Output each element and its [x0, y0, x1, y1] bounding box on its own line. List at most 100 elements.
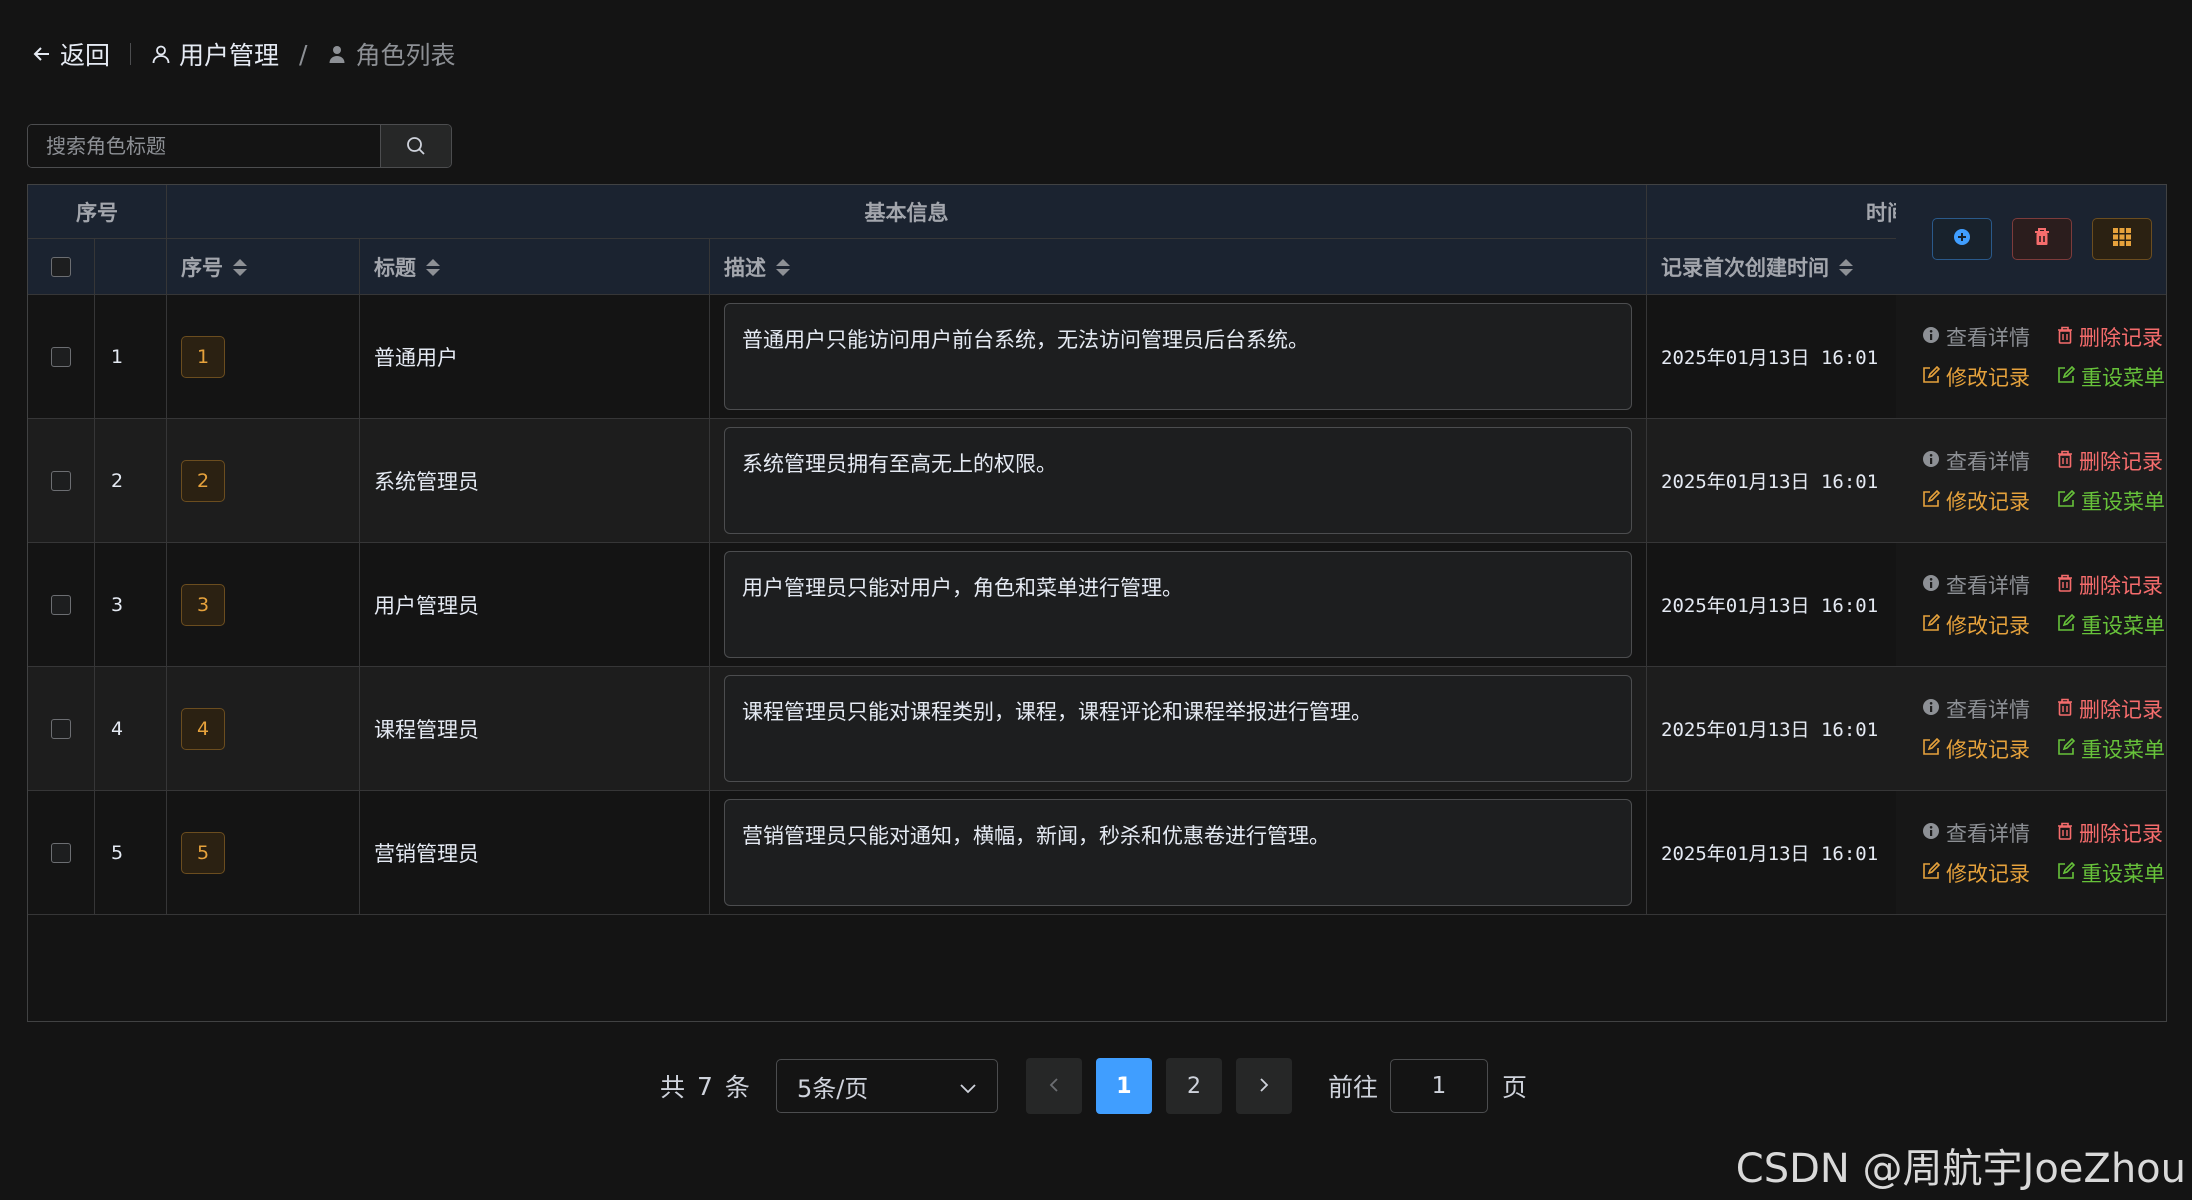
trash-icon	[2057, 821, 2073, 845]
goto-prefix: 前往	[1327, 1073, 1378, 1102]
info-icon	[1922, 449, 1940, 473]
sort-icon[interactable]	[426, 258, 440, 276]
view-detail-button[interactable]: 查看详情	[1922, 441, 2057, 481]
delete-record-button[interactable]: 删除记录	[2057, 689, 2166, 729]
view-detail-button[interactable]: 查看详情	[1922, 813, 2057, 853]
row-index: 5	[95, 791, 167, 914]
edit-icon	[2057, 365, 2076, 389]
info-icon	[1922, 697, 1940, 721]
row-index: 3	[95, 543, 167, 666]
row-desc-cell: 营销管理员只能对通知，横幅，新闻，秒杀和优惠卷进行管理。	[710, 791, 1647, 914]
trash-icon	[2033, 227, 2051, 251]
sort-icon[interactable]	[233, 258, 247, 276]
column-header-created[interactable]: 记录首次创建时间	[1647, 239, 1896, 295]
row-desc-cell: 用户管理员只能对用户，角色和菜单进行管理。	[710, 543, 1647, 666]
edit-record-button[interactable]: 修改记录	[1922, 481, 2057, 521]
op-label: 重设菜单	[2081, 489, 2165, 514]
page-size-value: 5条/页	[796, 1074, 869, 1103]
edit-record-button[interactable]: 修改记录	[1922, 729, 2057, 769]
grid-icon	[2113, 228, 2131, 250]
info-icon	[1922, 325, 1940, 349]
add-button[interactable]	[1932, 218, 1992, 260]
row-title: 课程管理员	[360, 667, 710, 790]
row-checkbox[interactable]	[51, 718, 71, 739]
reset-menu-button[interactable]: 重设菜单	[2057, 729, 2166, 769]
row-id-cell: 1	[167, 295, 360, 418]
page-size-select[interactable]: 5条/页	[775, 1059, 998, 1113]
edit-icon	[1922, 737, 1941, 761]
edit-record-button[interactable]: 修改记录	[1922, 853, 2057, 893]
info-icon	[1922, 573, 1940, 597]
sort-icon[interactable]	[776, 258, 790, 276]
pagination: 共 7 条 5条/页 1 2 前往 1 页	[660, 1058, 1527, 1114]
row-checkbox[interactable]	[51, 842, 71, 863]
goto-page-input[interactable]: 1	[1389, 1059, 1488, 1113]
view-detail-button[interactable]: 查看详情	[1922, 565, 2057, 605]
row-checkbox[interactable]	[51, 346, 71, 367]
row-actions: 查看详情 删除记录 修改记录 重设菜单	[1896, 419, 2166, 542]
op-label: 重设菜单	[2081, 737, 2165, 762]
next-page-button[interactable]	[1235, 1058, 1292, 1114]
edit-record-button[interactable]: 修改记录	[1922, 357, 2057, 397]
reset-menu-button[interactable]: 重设菜单	[2057, 357, 2166, 397]
table-row: 5 5 营销管理员 营销管理员只能对通知，横幅，新闻，秒杀和优惠卷进行管理。 2025年…	[28, 791, 2166, 915]
column-header-desc[interactable]: 描述	[710, 239, 1647, 295]
row-desc-textarea[interactable]: 营销管理员只能对通知，横幅，新闻，秒杀和优惠卷进行管理。	[724, 799, 1632, 906]
view-detail-button[interactable]: 查看详情	[1922, 689, 2057, 729]
op-label: 查看详情	[1946, 697, 2030, 722]
row-index: 1	[95, 295, 167, 418]
table-row: 1 1 普通用户 普通用户只能访问用户前台系统，无法访问管理员后台系统。 2025年01…	[28, 295, 2166, 419]
op-label: 修改记录	[1946, 365, 2030, 390]
row-created-time: 2025年01月13日 16:01	[1661, 347, 1879, 369]
search-input[interactable]	[28, 125, 380, 167]
view-detail-button[interactable]: 查看详情	[1922, 317, 2057, 357]
delete-record-button[interactable]: 删除记录	[2057, 317, 2166, 357]
table-column-header: 序号 标题 描述 记录首次创建时间	[28, 239, 2166, 295]
table-toolbar	[1896, 185, 2166, 295]
sort-icon[interactable]	[1839, 258, 1853, 276]
back-label: 返回	[60, 41, 111, 70]
op-label: 重设菜单	[2081, 613, 2165, 638]
op-label: 查看详情	[1946, 449, 2030, 474]
page-button-1[interactable]: 1	[1095, 1058, 1152, 1114]
row-checkbox[interactable]	[51, 594, 71, 615]
row-desc-textarea[interactable]: 系统管理员拥有至高无上的权限。	[724, 427, 1632, 534]
divider	[130, 43, 132, 65]
row-actions: 查看详情 删除记录 修改记录 重设菜单	[1896, 667, 2166, 790]
reset-menu-button[interactable]: 重设菜单	[2057, 853, 2166, 893]
trash-icon	[2057, 697, 2073, 721]
row-index: 4	[95, 667, 167, 790]
columns-button[interactable]	[2092, 218, 2152, 260]
back-button[interactable]: 返回	[32, 36, 110, 72]
breadcrumb-label: 用户管理	[179, 41, 280, 70]
delete-record-button[interactable]: 删除记录	[2057, 565, 2166, 605]
op-label: 删除记录	[2079, 449, 2163, 474]
page-button-2[interactable]: 2	[1165, 1058, 1222, 1114]
op-label: 删除记录	[2079, 573, 2163, 598]
prev-page-button[interactable]	[1025, 1058, 1082, 1114]
select-all-checkbox[interactable]	[51, 257, 71, 277]
search-button[interactable]	[380, 125, 451, 167]
op-label: 重设菜单	[2081, 861, 2165, 886]
search-box	[27, 124, 452, 168]
row-desc-textarea[interactable]: 用户管理员只能对用户，角色和菜单进行管理。	[724, 551, 1632, 658]
row-id-cell: 2	[167, 419, 360, 542]
reset-menu-button[interactable]: 重设菜单	[2057, 481, 2166, 521]
id-tag: 4	[181, 707, 225, 750]
column-header-title[interactable]: 标题	[360, 239, 710, 295]
delete-record-button[interactable]: 删除记录	[2057, 813, 2166, 853]
op-label: 修改记录	[1946, 613, 2030, 638]
batch-delete-button[interactable]	[2012, 218, 2072, 260]
row-desc-textarea[interactable]: 普通用户只能访问用户前台系统，无法访问管理员后台系统。	[724, 303, 1632, 410]
reset-menu-button[interactable]: 重设菜单	[2057, 605, 2166, 645]
row-created-time: 2025年01月13日 16:01	[1661, 471, 1879, 493]
role-table: 序号 基本信息 时间 序号 标题 描述 记录首次创建时间	[27, 184, 2167, 1022]
row-checkbox[interactable]	[51, 470, 71, 491]
row-index: 2	[95, 419, 167, 542]
breadcrumb-user-management[interactable]: 用户管理	[151, 36, 279, 72]
delete-record-button[interactable]: 删除记录	[2057, 441, 2166, 481]
row-desc-cell: 普通用户只能访问用户前台系统，无法访问管理员后台系统。	[710, 295, 1647, 418]
column-header-id[interactable]: 序号	[167, 239, 360, 295]
edit-record-button[interactable]: 修改记录	[1922, 605, 2057, 645]
row-desc-textarea[interactable]: 课程管理员只能对课程类别，课程，课程评论和课程举报进行管理。	[724, 675, 1632, 782]
